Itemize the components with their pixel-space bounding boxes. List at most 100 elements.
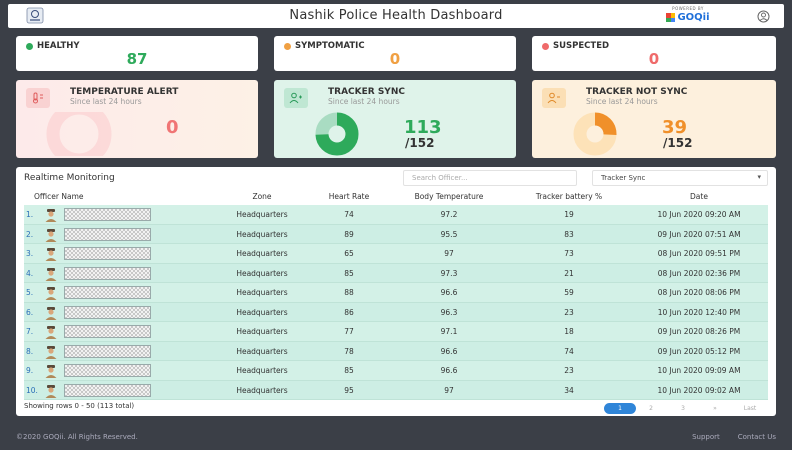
officer-name-redacted xyxy=(64,305,151,319)
table-row[interactable]: 4. Headquarters 85 97.3 21 08 Jun 2020 02:36 … xyxy=(24,263,768,283)
thermometer-alert-icon xyxy=(33,92,43,104)
date-cell: 08 Jun 2020 08:06 PM xyxy=(657,288,741,297)
monitoring-table-body: 1. Headquarters 74 97.2 19 10 Jun 2020 09:20 … xyxy=(24,205,768,400)
heart-rate-cell: 65 xyxy=(344,249,354,258)
pagination: 1 2 3 » Last xyxy=(604,403,768,414)
date-cell: 10 Jun 2020 12:40 PM xyxy=(657,307,741,317)
temperature-icon-box xyxy=(26,88,50,108)
date-cell: 09 Jun 2020 08:26 PM xyxy=(657,327,741,336)
body-temperature-cell: 97 xyxy=(444,385,454,395)
table-row[interactable]: 3. Headquarters 65 97 73 08 Jun 2020 09:51 PM xyxy=(24,244,768,264)
temperature-alert-title: TEMPERATURE ALERT xyxy=(70,87,179,97)
body-temperature-cell: 96.3 xyxy=(440,307,458,317)
support-link[interactable]: Support xyxy=(692,433,720,441)
zone-cell: Headquarters xyxy=(236,327,288,336)
temperature-alert-card[interactable]: TEMPERATURE ALERT Since last 24 hours 0 xyxy=(16,80,258,158)
tracker-sync-card[interactable]: TRACKER SYNC Since last 24 hours 113 /15… xyxy=(274,80,516,158)
table-row[interactable]: 10. Headquarters 95 97 34 10 Jun 2020 09:02 A… xyxy=(24,380,768,400)
heart-rate-cell: 85 xyxy=(344,366,354,375)
next-page-button[interactable]: » xyxy=(708,403,722,414)
col-zone[interactable]: Zone xyxy=(219,192,305,201)
table-row[interactable]: 9. Headquarters 85 96.6 23 10 Jun 2020 09:09 … xyxy=(24,361,768,381)
date-cell: 10 Jun 2020 09:09 AM xyxy=(657,366,741,375)
table-header: Officer Name Zone Heart Rate Body Temper… xyxy=(24,190,768,204)
table-row[interactable]: 7. Headquarters 77 97.1 18 09 Jun 2020 08:26 … xyxy=(24,322,768,342)
tracker-sync-total: /152 xyxy=(405,136,435,150)
col-officer-name[interactable]: Officer Name xyxy=(34,192,84,201)
powered-by-label: POWERED BY xyxy=(672,6,704,11)
tracker-sync-donut-chart xyxy=(315,112,359,156)
officer-name-redacted xyxy=(64,325,151,338)
body-temperature-cell: 96.6 xyxy=(440,366,458,375)
battery-cell: 18 xyxy=(564,327,574,336)
body-temperature-cell: 96.6 xyxy=(440,288,458,297)
col-body-temperature[interactable]: Body Temperature xyxy=(399,192,499,201)
page-2-button[interactable]: 2 xyxy=(644,403,658,414)
goqii-logo-icon xyxy=(666,13,676,22)
zone-cell: Headquarters xyxy=(236,229,288,239)
tracker-sync-subtitle: Since last 24 hours xyxy=(328,97,400,106)
row-number: 3. xyxy=(26,249,34,258)
battery-cell: 34 xyxy=(564,385,574,395)
page-3-button[interactable]: 3 xyxy=(676,403,690,414)
officer-name-redacted xyxy=(64,266,151,280)
contact-us-link[interactable]: Contact Us xyxy=(738,433,776,441)
table-row[interactable]: 1. Headquarters 74 97.2 19 10 Jun 2020 09:20 … xyxy=(24,205,768,225)
page-1-button[interactable]: 1 xyxy=(604,403,636,414)
symptomatic-card[interactable]: SYMPTOMATIC 0 xyxy=(274,36,516,71)
officer-avatar-icon xyxy=(45,326,57,339)
temperature-alert-subtitle: Since last 24 hours xyxy=(70,97,142,106)
table-row[interactable]: 2. Headquarters 89 95.5 83 09 Jun 2020 07:51 … xyxy=(24,224,768,244)
zone-cell: Headquarters xyxy=(236,307,288,317)
last-page-button[interactable]: Last xyxy=(738,403,762,414)
tracker-not-sync-card[interactable]: TRACKER NOT SYNC Since last 24 hours 39 … xyxy=(532,80,776,158)
heart-rate-cell: 95 xyxy=(344,385,354,395)
tracker-sync-count: 113 xyxy=(404,117,442,138)
heart-rate-cell: 85 xyxy=(344,268,354,278)
officer-avatar-icon xyxy=(45,209,57,222)
temperature-alert-count: 0 xyxy=(166,117,179,138)
officer-name-redacted xyxy=(64,286,151,299)
table-row[interactable]: 5. Headquarters 88 96.6 59 08 Jun 2020 08:06 … xyxy=(24,283,768,303)
date-cell: 08 Jun 2020 02:36 PM xyxy=(657,268,741,278)
tracker-not-sync-count: 39 xyxy=(662,117,688,138)
table-row[interactable]: 8. Headquarters 78 96.6 74 09 Jun 2020 05:12 … xyxy=(24,341,768,361)
search-officer-input[interactable]: Search Officer... xyxy=(403,170,577,186)
tracker-not-sync-subtitle: Since last 24 hours xyxy=(586,97,658,106)
suspected-card[interactable]: SUSPECTED 0 xyxy=(532,36,776,71)
heart-rate-cell: 89 xyxy=(344,229,354,239)
user-profile-icon[interactable] xyxy=(757,10,770,23)
body-temperature-cell: 97 xyxy=(444,249,454,258)
zone-cell: Headquarters xyxy=(236,288,288,297)
officer-avatar-icon xyxy=(45,228,57,242)
row-number: 8. xyxy=(26,346,34,356)
body-temperature-cell: 97.3 xyxy=(440,268,458,278)
col-heart-rate[interactable]: Heart Rate xyxy=(314,192,384,201)
date-cell: 10 Jun 2020 09:20 AM xyxy=(657,210,741,219)
officer-name-redacted xyxy=(64,227,151,241)
row-number: 4. xyxy=(26,268,34,278)
zone-cell: Headquarters xyxy=(236,210,288,219)
row-number: 1. xyxy=(26,210,34,219)
copyright-text: ©2020 GOQii. All Rights Reserved. xyxy=(16,433,138,441)
officer-name-redacted xyxy=(64,344,151,358)
officer-avatar-icon xyxy=(45,287,57,300)
suspected-dot-icon xyxy=(542,42,549,50)
zone-cell: Headquarters xyxy=(236,366,288,375)
table-row[interactable]: 6. Headquarters 86 96.3 23 10 Jun 2020 12:40 … xyxy=(24,302,768,322)
battery-cell: 74 xyxy=(564,346,574,356)
row-number: 5. xyxy=(26,288,34,297)
battery-cell: 21 xyxy=(564,268,574,278)
date-cell: 10 Jun 2020 09:02 AM xyxy=(657,385,741,395)
powered-by-goqii: POWERED BY GOQii xyxy=(658,6,718,23)
date-cell: 09 Jun 2020 07:51 AM xyxy=(657,229,741,239)
col-date[interactable]: Date xyxy=(634,192,764,201)
user-remove-icon xyxy=(547,92,560,104)
footer-links: Support Contact Us xyxy=(692,433,776,441)
tracker-filter-select[interactable]: Tracker Sync ▾ xyxy=(592,170,768,186)
heart-rate-cell: 78 xyxy=(344,346,354,356)
col-tracker-battery[interactable]: Tracker battery % xyxy=(514,192,624,201)
top-bar: Nashik Police Health Dashboard POWERED B… xyxy=(8,4,784,28)
healthy-card[interactable]: HEALTHY 87 xyxy=(16,36,258,71)
heart-rate-cell: 86 xyxy=(344,307,354,317)
